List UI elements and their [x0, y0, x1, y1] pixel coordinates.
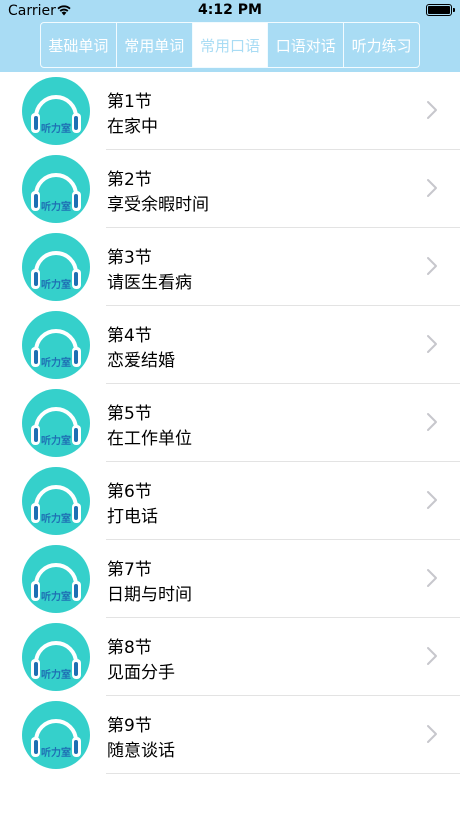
lesson-section: 第4节	[107, 326, 152, 346]
logo-text: 听力室	[41, 748, 71, 759]
tab-dialogues[interactable]: 口语对话	[268, 23, 345, 67]
lesson-title: 日期与时间	[107, 585, 192, 605]
headphones-icon: 听力室	[22, 77, 90, 145]
chevron-right-icon	[427, 647, 437, 665]
logo-text: 听力室	[41, 592, 71, 603]
tab-basic-words[interactable]: 基础单词	[41, 23, 117, 67]
logo-text: 听力室	[41, 280, 71, 291]
lesson-row[interactable]: 听力室 第1节 在家中	[0, 72, 460, 150]
row-separator	[106, 773, 460, 774]
lesson-section: 第6节	[107, 482, 152, 502]
lesson-title: 恋爱结婚	[107, 351, 175, 371]
battery-icon	[426, 4, 455, 16]
status-bar: Carrier 4:12 PM	[0, 0, 460, 22]
tab-listening[interactable]: 听力练习	[344, 23, 419, 67]
headphones-icon: 听力室	[22, 467, 90, 535]
lesson-row[interactable]: 听力室 第5节 在工作单位	[0, 384, 460, 462]
lesson-title: 在工作单位	[107, 429, 192, 449]
lesson-row[interactable]: 听力室 第3节 请医生看病	[0, 228, 460, 306]
headphones-icon: 听力室	[22, 155, 90, 223]
lesson-row[interactable]: 听力室 第7节 日期与时间	[0, 540, 460, 618]
chevron-right-icon	[427, 257, 437, 275]
lesson-title: 见面分手	[107, 663, 175, 683]
logo-text: 听力室	[41, 202, 71, 213]
chevron-right-icon	[427, 335, 437, 353]
headphones-icon: 听力室	[22, 389, 90, 457]
tab-common-phrases[interactable]: 常用口语	[192, 23, 269, 67]
headphones-icon: 听力室	[22, 545, 90, 613]
lesson-section: 第7节	[107, 560, 152, 580]
headphones-icon: 听力室	[22, 233, 90, 301]
lesson-section: 第1节	[107, 92, 152, 112]
lesson-section: 第9节	[107, 716, 152, 736]
lesson-list: 听力室 第1节 在家中 听力室 第2节 享受余暇时间 听力室 第3节 请医生看病…	[0, 72, 460, 774]
status-time: 4:12 PM	[198, 2, 262, 18]
logo-text: 听力室	[41, 436, 71, 447]
chevron-right-icon	[427, 101, 437, 119]
lesson-section: 第5节	[107, 404, 152, 424]
headphones-icon: 听力室	[22, 311, 90, 379]
lesson-title: 随意谈话	[107, 741, 175, 761]
lesson-row[interactable]: 听力室 第2节 享受余暇时间	[0, 150, 460, 228]
logo-text: 听力室	[41, 670, 71, 681]
headphones-icon: 听力室	[22, 701, 90, 769]
logo-text: 听力室	[41, 124, 71, 135]
lesson-title: 享受余暇时间	[107, 195, 209, 215]
lesson-row[interactable]: 听力室 第4节 恋爱结婚	[0, 306, 460, 384]
chevron-right-icon	[427, 491, 437, 509]
chevron-right-icon	[427, 725, 437, 743]
lesson-section: 第2节	[107, 170, 152, 190]
lesson-title: 请医生看病	[107, 273, 192, 293]
logo-text: 听力室	[41, 358, 71, 369]
chevron-right-icon	[427, 413, 437, 431]
segmented-tabs: 基础单词 常用单词 常用口语 口语对话 听力练习	[40, 22, 420, 68]
logo-text: 听力室	[41, 514, 71, 525]
lesson-title: 打电话	[107, 507, 158, 527]
headphones-icon: 听力室	[22, 623, 90, 691]
chevron-right-icon	[427, 179, 437, 197]
lesson-section: 第3节	[107, 248, 152, 268]
tab-common-words[interactable]: 常用单词	[117, 23, 193, 67]
nav-header: Carrier 4:12 PM 基础单词 常用单词 常用口语 口语对话 听力练习	[0, 0, 460, 72]
lesson-row[interactable]: 听力室 第8节 见面分手	[0, 618, 460, 696]
lesson-section: 第8节	[107, 638, 152, 658]
lesson-row[interactable]: 听力室 第9节 随意谈话	[0, 696, 460, 774]
lesson-title: 在家中	[107, 117, 158, 137]
chevron-right-icon	[427, 569, 437, 587]
lesson-row[interactable]: 听力室 第6节 打电话	[0, 462, 460, 540]
